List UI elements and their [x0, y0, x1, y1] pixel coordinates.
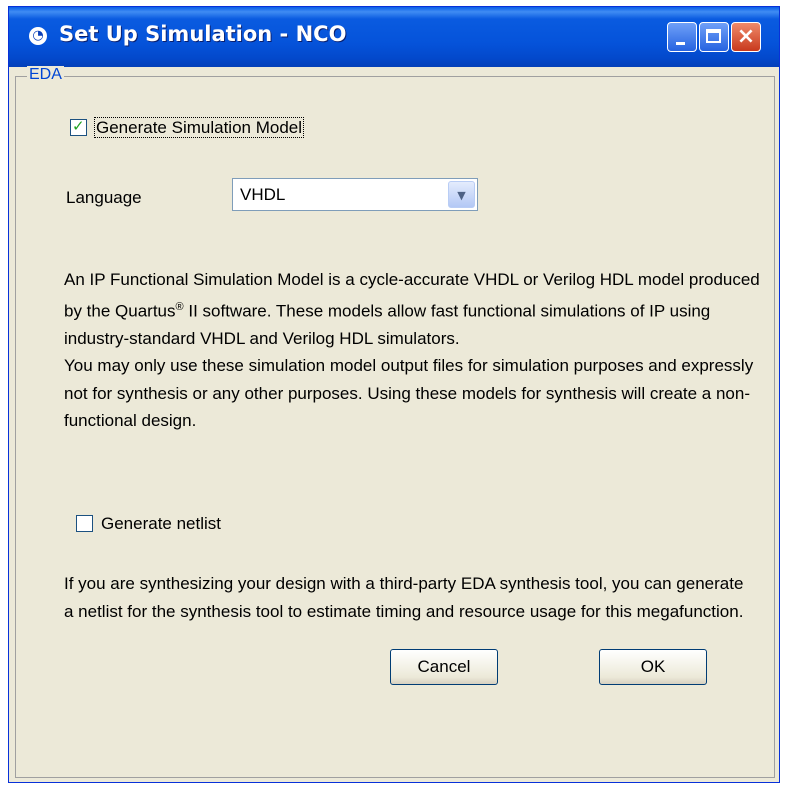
app-icon[interactable]: ◔ — [29, 27, 47, 45]
checkmark-icon: ✓ — [72, 117, 85, 135]
maximize-icon — [706, 29, 721, 43]
registered-mark: ® — [175, 300, 184, 313]
close-icon: × — [736, 24, 756, 49]
generate-netlist-label[interactable]: Generate netlist — [101, 514, 221, 534]
language-select[interactable]: VHDL ▼ — [232, 178, 478, 211]
eda-group-label: EDA — [27, 66, 64, 84]
simulation-model-description: An IP Functional Simulation Model is a c… — [64, 266, 764, 435]
chevron-down-icon[interactable]: ▼ — [448, 181, 475, 208]
language-select-value: VHDL — [240, 185, 286, 204]
title-bar[interactable]: ◔ Set Up Simulation - NCO × — [9, 7, 779, 67]
cancel-button[interactable]: Cancel — [390, 649, 498, 685]
minimize-button[interactable] — [667, 22, 697, 52]
netlist-description: If you are synthesizing your design with… — [64, 574, 744, 621]
maximize-button[interactable] — [699, 22, 729, 52]
minimize-icon — [676, 42, 685, 45]
ok-button[interactable]: OK — [599, 649, 707, 685]
close-button[interactable]: × — [731, 22, 761, 52]
language-label: Language — [66, 188, 142, 207]
generate-simulation-model-checkbox[interactable]: ✓ — [70, 117, 87, 136]
window-title: Set Up Simulation - NCO — [59, 22, 347, 46]
generate-simulation-model-label[interactable]: Generate Simulation Model — [94, 117, 305, 138]
description-text-3: You may only use these simulation model … — [64, 356, 754, 431]
generate-netlist-checkbox[interactable] — [76, 515, 93, 532]
dialog-window: ◔ Set Up Simulation - NCO × EDA ✓ Genera… — [8, 6, 780, 783]
